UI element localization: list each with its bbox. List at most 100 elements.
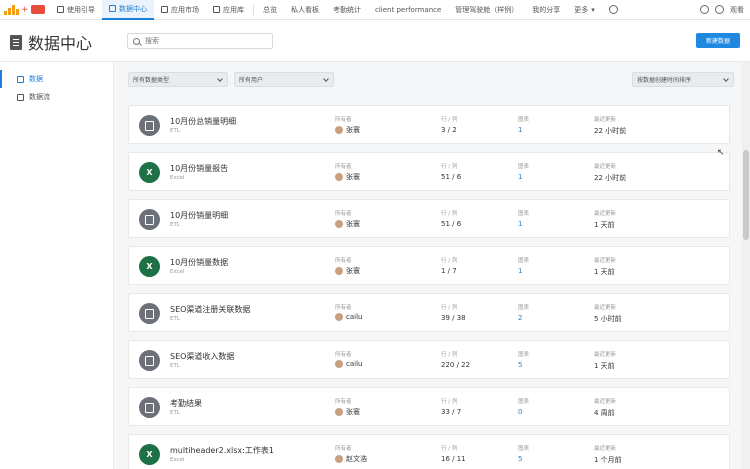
new-data-button[interactable]: 新建数据 <box>696 33 740 48</box>
charts-value[interactable]: 5 <box>518 455 529 463</box>
chevron-down-icon <box>217 76 223 82</box>
database-icon <box>17 75 24 83</box>
rows-columns-label: 行 / 列 <box>441 117 458 123</box>
dataset-name[interactable]: 10月份销量明细 <box>170 210 228 221</box>
rows-columns-column: 行 / 列 16 / 11 <box>441 444 466 463</box>
data-type-dropdown[interactable]: 所有数据类型 <box>128 72 228 87</box>
dataset-card[interactable]: 10月份总销量明细 ETL 所有者 张寰 行 / 列 3 / 2 图表 1 最近更新 22 小时前 <box>128 105 730 144</box>
owner-label: 所有者 <box>335 305 352 311</box>
dataset-name[interactable]: SEO渠道收入数据 <box>170 351 234 362</box>
charts-column: 图表 1 <box>518 256 529 275</box>
rows-columns-value: 1 / 7 <box>441 267 457 275</box>
nav-link-private-board[interactable]: 私人看板 <box>284 0 326 20</box>
dataset-type: Excel <box>170 457 185 463</box>
etl-icon <box>145 402 154 413</box>
nav-guide[interactable]: 使用引导 <box>50 0 102 20</box>
charts-value[interactable]: 1 <box>518 173 529 181</box>
rows-columns-label: 行 / 列 <box>441 399 458 405</box>
dataset-type-icon <box>139 115 160 136</box>
avatar <box>335 126 343 134</box>
charts-column: 图表 5 <box>518 350 529 369</box>
avatar <box>335 408 343 416</box>
nav-link-cockpit[interactable]: 管理驾驶舱（样例） <box>448 0 525 20</box>
owner-column: 所有者 张寰 <box>335 209 360 229</box>
nav-app-library[interactable]: 应用库 <box>206 0 251 20</box>
charts-value[interactable]: 1 <box>518 126 529 134</box>
charts-value[interactable]: 1 <box>518 267 529 275</box>
dataset-name[interactable]: 10月份总销量明细 <box>170 116 236 127</box>
owner-column: 所有者 cailu <box>335 303 362 321</box>
dataset-name[interactable]: multiheader2.xlsx:工作表1 <box>170 445 274 456</box>
scrollbar-track[interactable] <box>742 62 750 469</box>
scrollbar-thumb[interactable] <box>743 150 749 240</box>
rows-columns-value: 3 / 2 <box>441 126 457 134</box>
dataset-card[interactable]: X 10月份销量报告 Excel 所有者 张寰 行 / 列 51 / 6 图表 1 最近更新 22 … <box>128 152 730 191</box>
help-icon[interactable] <box>700 5 709 14</box>
dataset-type-icon <box>139 209 160 230</box>
owner-value: cailu <box>335 360 362 368</box>
search-box <box>127 33 273 49</box>
notification-icon[interactable] <box>715 5 724 14</box>
etl-icon <box>145 308 154 319</box>
dataset-card[interactable]: Xmultiheader2.xlsx:工作表1 Excel 所有者 赵文浩 行 / 列 1… <box>128 434 730 469</box>
dataset-card[interactable]: 考勤结果 ETL 所有者 张寰 行 / 列 33 / 7 图表 0 最近更新 4 周前 <box>128 387 730 426</box>
search-input[interactable] <box>145 37 265 45</box>
dataset-name[interactable]: 10月份销量报告 <box>170 163 228 174</box>
rows-columns-label: 行 / 列 <box>441 352 458 358</box>
owner-label: 所有者 <box>335 164 352 170</box>
charts-label: 图表 <box>518 352 530 358</box>
charts-label: 图表 <box>518 211 530 217</box>
sidebar-item-data[interactable]: 数据 <box>0 70 113 88</box>
download-icon <box>161 6 168 13</box>
charts-value[interactable]: 2 <box>518 314 529 322</box>
nav-link-client-performance[interactable]: client performance <box>368 0 448 20</box>
updated-value: 4 周前 <box>594 409 615 417</box>
dataset-type: ETL <box>170 222 180 228</box>
dataset-type: ETL <box>170 316 180 322</box>
rows-columns-value: 39 / 38 <box>441 314 466 322</box>
owner-column: 所有者 张寰 <box>335 256 360 276</box>
excel-icon: X <box>146 168 153 177</box>
dataset-card[interactable]: 10月份销量明细 ETL 所有者 张寰 行 / 列 51 / 6 图表 1 最近更新 1 天前 <box>128 199 730 238</box>
dataset-card[interactable]: SEO渠道收入数据 ETL 所有者 cailu 行 / 列 220 / 22 图表 5 最近更新… <box>128 340 730 379</box>
app-logo[interactable]: + <box>4 4 50 15</box>
sort-dropdown[interactable]: 按数据创建时间排序 <box>632 72 734 87</box>
charts-column: 图表 2 <box>518 303 529 322</box>
rows-columns-label: 行 / 列 <box>441 305 458 311</box>
chevron-down-icon: ▾ <box>591 5 595 14</box>
avatar <box>335 220 343 228</box>
charts-value[interactable]: 5 <box>518 361 529 369</box>
updated-column: 最近更新 22 小时前 <box>594 162 626 183</box>
updated-label: 最近更新 <box>594 211 617 217</box>
nav-app-market[interactable]: 应用市场 <box>154 0 206 20</box>
rows-columns-value: 16 / 11 <box>441 455 466 463</box>
user-menu[interactable]: 观看 <box>730 5 744 15</box>
sidebar-item-dataflow[interactable]: 数据流 <box>0 88 113 106</box>
updated-column: 最近更新 5 小时前 <box>594 303 622 324</box>
owner-column: 所有者 赵文浩 <box>335 444 367 464</box>
owner-value: 张寰 <box>335 172 360 182</box>
charts-value[interactable]: 0 <box>518 408 529 416</box>
nav-link-attendance[interactable]: 考勤统计 <box>326 0 368 20</box>
nav-link-overview[interactable]: 总览 <box>256 0 284 20</box>
user-dropdown[interactable]: 所有用户 <box>234 72 334 87</box>
logo-bars-icon <box>4 4 19 15</box>
charts-value[interactable]: 1 <box>518 220 529 228</box>
dataset-card[interactable]: SEO渠道注册关联数据 ETL 所有者 cailu 行 / 列 39 / 38 图表 2 最近更… <box>128 293 730 332</box>
add-dashboard-button[interactable] <box>602 0 625 20</box>
dataset-name[interactable]: SEO渠道注册关联数据 <box>170 304 250 315</box>
nav-link-my-shares[interactable]: 我的分享 <box>525 0 567 20</box>
rows-columns-label: 行 / 列 <box>441 258 458 264</box>
charts-column: 图表 1 <box>518 209 529 228</box>
book-icon <box>57 6 64 13</box>
dataset-type: ETL <box>170 410 180 416</box>
rows-columns-value: 33 / 7 <box>441 408 462 416</box>
dataset-name[interactable]: 考勤结果 <box>170 398 202 409</box>
rows-columns-label: 行 / 列 <box>441 164 458 170</box>
owner-label: 所有者 <box>335 211 352 217</box>
nav-link-more[interactable]: 更多 ▾ <box>567 0 602 20</box>
dataset-card[interactable]: X 10月份销量数据 Excel 所有者 张寰 行 / 列 1 / 7 图表 1 最近更新 1 天前 <box>128 246 730 285</box>
nav-data-center[interactable]: 数据中心 <box>102 0 154 20</box>
top-right-tools: 观看 <box>700 5 750 15</box>
dataset-name[interactable]: 10月份销量数据 <box>170 257 228 268</box>
